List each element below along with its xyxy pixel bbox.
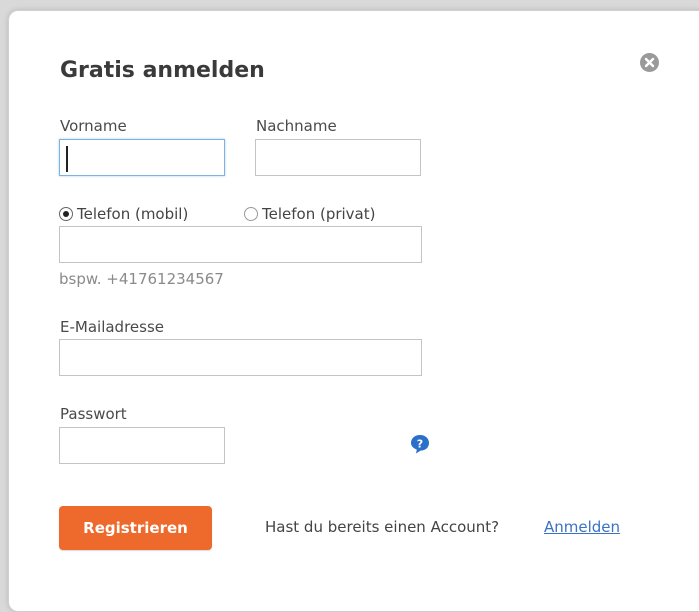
phone-hint: bspw. +41761234567: [59, 270, 224, 288]
password-input[interactable]: [59, 427, 225, 464]
login-link[interactable]: Anmelden: [544, 518, 620, 536]
svg-text:?: ?: [417, 437, 423, 450]
radio-button-checked[interactable]: [59, 207, 73, 221]
radio-phone-private[interactable]: Telefon (privat): [244, 203, 375, 225]
last-name-label: Nachname: [256, 117, 337, 135]
radio-phone-mobile[interactable]: Telefon (mobil): [59, 203, 188, 225]
text-cursor: [66, 146, 68, 172]
phone-input[interactable]: [59, 226, 422, 263]
register-button[interactable]: Registrieren: [59, 506, 212, 550]
close-icon: [644, 57, 655, 68]
email-input[interactable]: [59, 339, 422, 376]
last-name-input[interactable]: [255, 139, 421, 176]
radio-button-unchecked[interactable]: [244, 207, 258, 221]
dialog-title: Gratis anmelden: [60, 58, 265, 83]
radio-phone-private-label: Telefon (privat): [262, 205, 376, 223]
first-name-input[interactable]: [59, 139, 225, 176]
password-help-button[interactable]: ?: [409, 433, 431, 455]
first-name-label: Vorname: [60, 117, 127, 135]
password-label: Passwort: [60, 405, 127, 423]
existing-account-text: Hast du bereits einen Account?: [265, 518, 500, 536]
help-icon: ?: [411, 435, 429, 454]
radio-phone-mobile-label: Telefon (mobil): [77, 205, 189, 223]
email-label: E-Mailadresse: [60, 318, 164, 336]
close-button[interactable]: [640, 53, 659, 72]
